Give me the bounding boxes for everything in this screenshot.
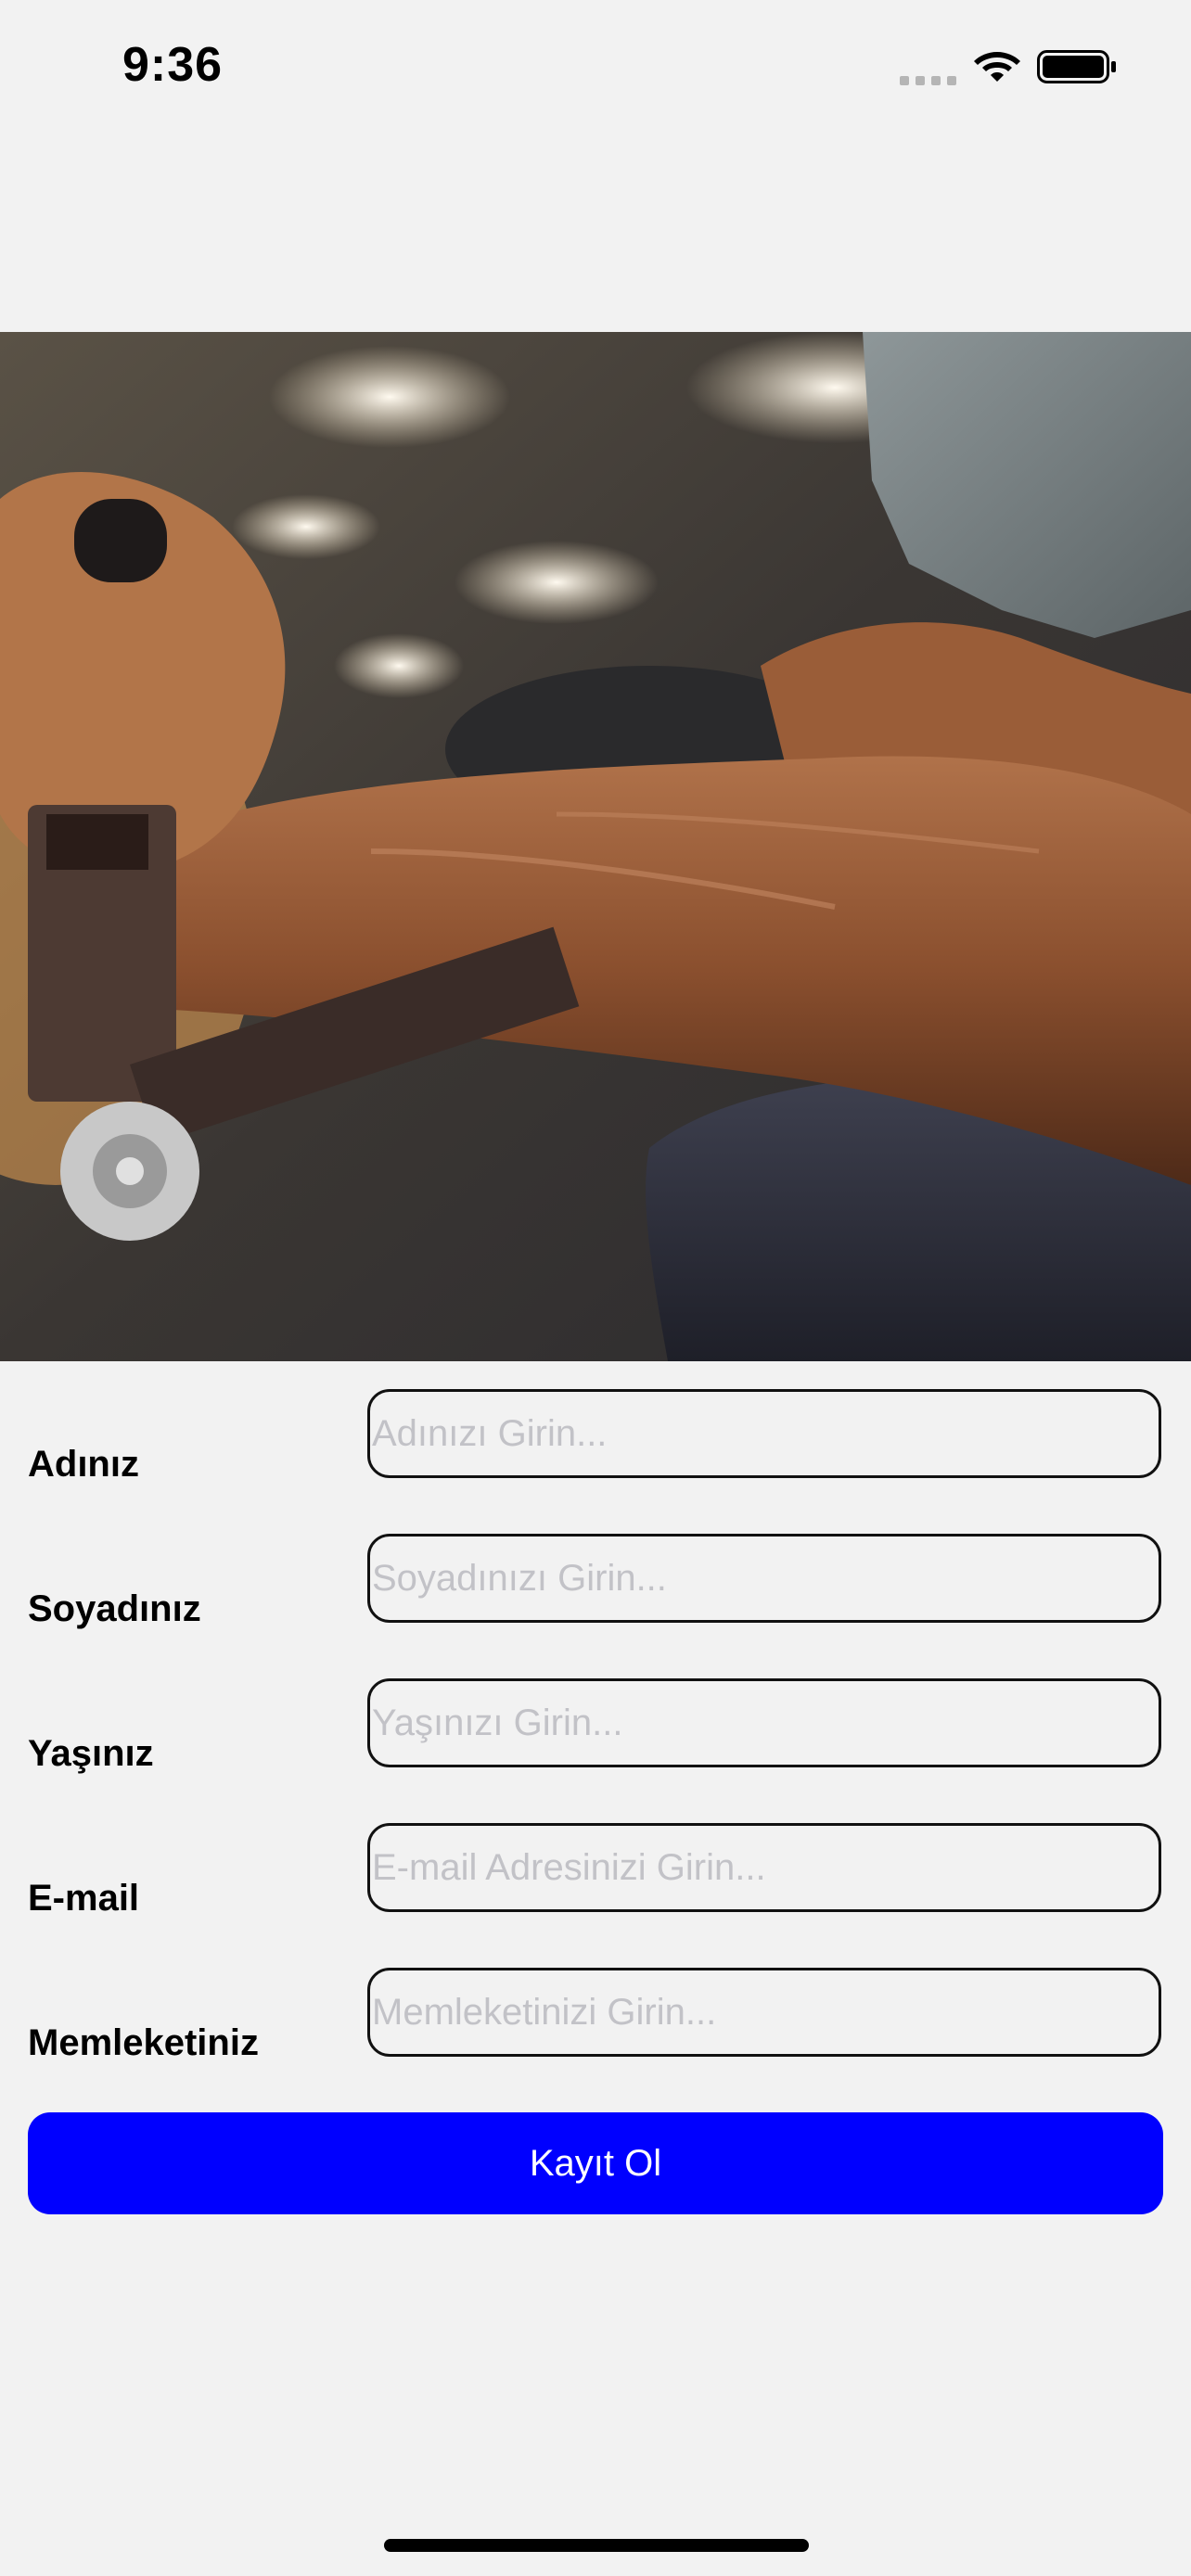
home-indicator[interactable] <box>384 2539 809 2552</box>
cellular-signal-icon <box>900 76 956 85</box>
hometown-label: Memleketiniz <box>28 2022 259 2063</box>
form-row-age: Yaşınız <box>0 1678 1191 1774</box>
age-input[interactable] <box>367 1678 1161 1767</box>
form-row-email: E-mail <box>0 1823 1191 1919</box>
email-input[interactable] <box>367 1823 1161 1912</box>
form-row-hometown: Memleketiniz <box>0 1968 1191 2063</box>
hometown-input[interactable] <box>367 1968 1161 2057</box>
status-time: 9:36 <box>122 38 224 92</box>
register-button[interactable]: Kayıt Ol <box>28 2112 1163 2214</box>
email-label: E-mail <box>28 1878 140 1919</box>
last-name-input[interactable] <box>367 1534 1161 1623</box>
first-name-label: Adınız <box>28 1444 139 1485</box>
hero-image <box>0 332 1191 1361</box>
battery-icon <box>1037 50 1116 83</box>
form-row-last-name: Soyadınız <box>0 1534 1191 1629</box>
wifi-icon <box>974 52 1020 82</box>
gym-photo <box>0 332 1191 1361</box>
first-name-input[interactable] <box>367 1389 1161 1478</box>
age-label: Yaşınız <box>28 1733 154 1774</box>
form-row-first-name: Adınız <box>0 1389 1191 1485</box>
last-name-label: Soyadınız <box>28 1588 201 1629</box>
